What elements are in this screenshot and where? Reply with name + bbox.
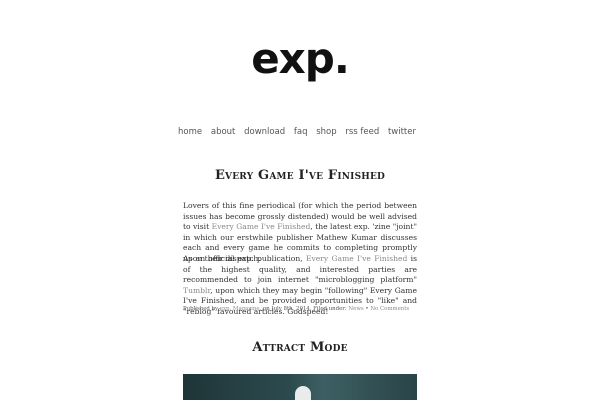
- tumblr-link[interactable]: Tumblr: [183, 286, 210, 295]
- comments-link[interactable]: No Comments: [370, 306, 409, 312]
- nav-rss-feed[interactable]: rss feed: [345, 127, 379, 137]
- main-nav: home about download faq shop rss feed tw…: [172, 127, 416, 137]
- author-link[interactable]: exp. Magazine: [220, 306, 260, 312]
- nav-download[interactable]: download: [244, 127, 285, 137]
- paragraph-text: As an official exp. publication,: [183, 254, 306, 263]
- nav-shop[interactable]: shop: [316, 127, 336, 137]
- hero-highlight: [295, 386, 311, 400]
- meta-text: Published by: [183, 306, 220, 312]
- meta-text: , on July 8th, 2014. Filed under:: [259, 306, 349, 312]
- nav-faq[interactable]: faq: [294, 127, 308, 137]
- category-link[interactable]: News: [348, 306, 363, 312]
- site-logo[interactable]: exp.: [0, 38, 600, 80]
- post-link[interactable]: Every Game I've Finished: [212, 222, 311, 231]
- post-title[interactable]: Attract Mode: [183, 340, 417, 355]
- nav-about[interactable]: about: [211, 127, 236, 137]
- post-link[interactable]: Every Game I've Finished: [306, 254, 407, 263]
- nav-home[interactable]: home: [178, 127, 202, 137]
- post-meta: Published by exp. Magazine, on July 8th,…: [183, 306, 417, 312]
- post-title[interactable]: Every Game I've Finished: [183, 168, 417, 183]
- post-hero-image[interactable]: [183, 374, 417, 400]
- nav-twitter[interactable]: twitter: [388, 127, 416, 137]
